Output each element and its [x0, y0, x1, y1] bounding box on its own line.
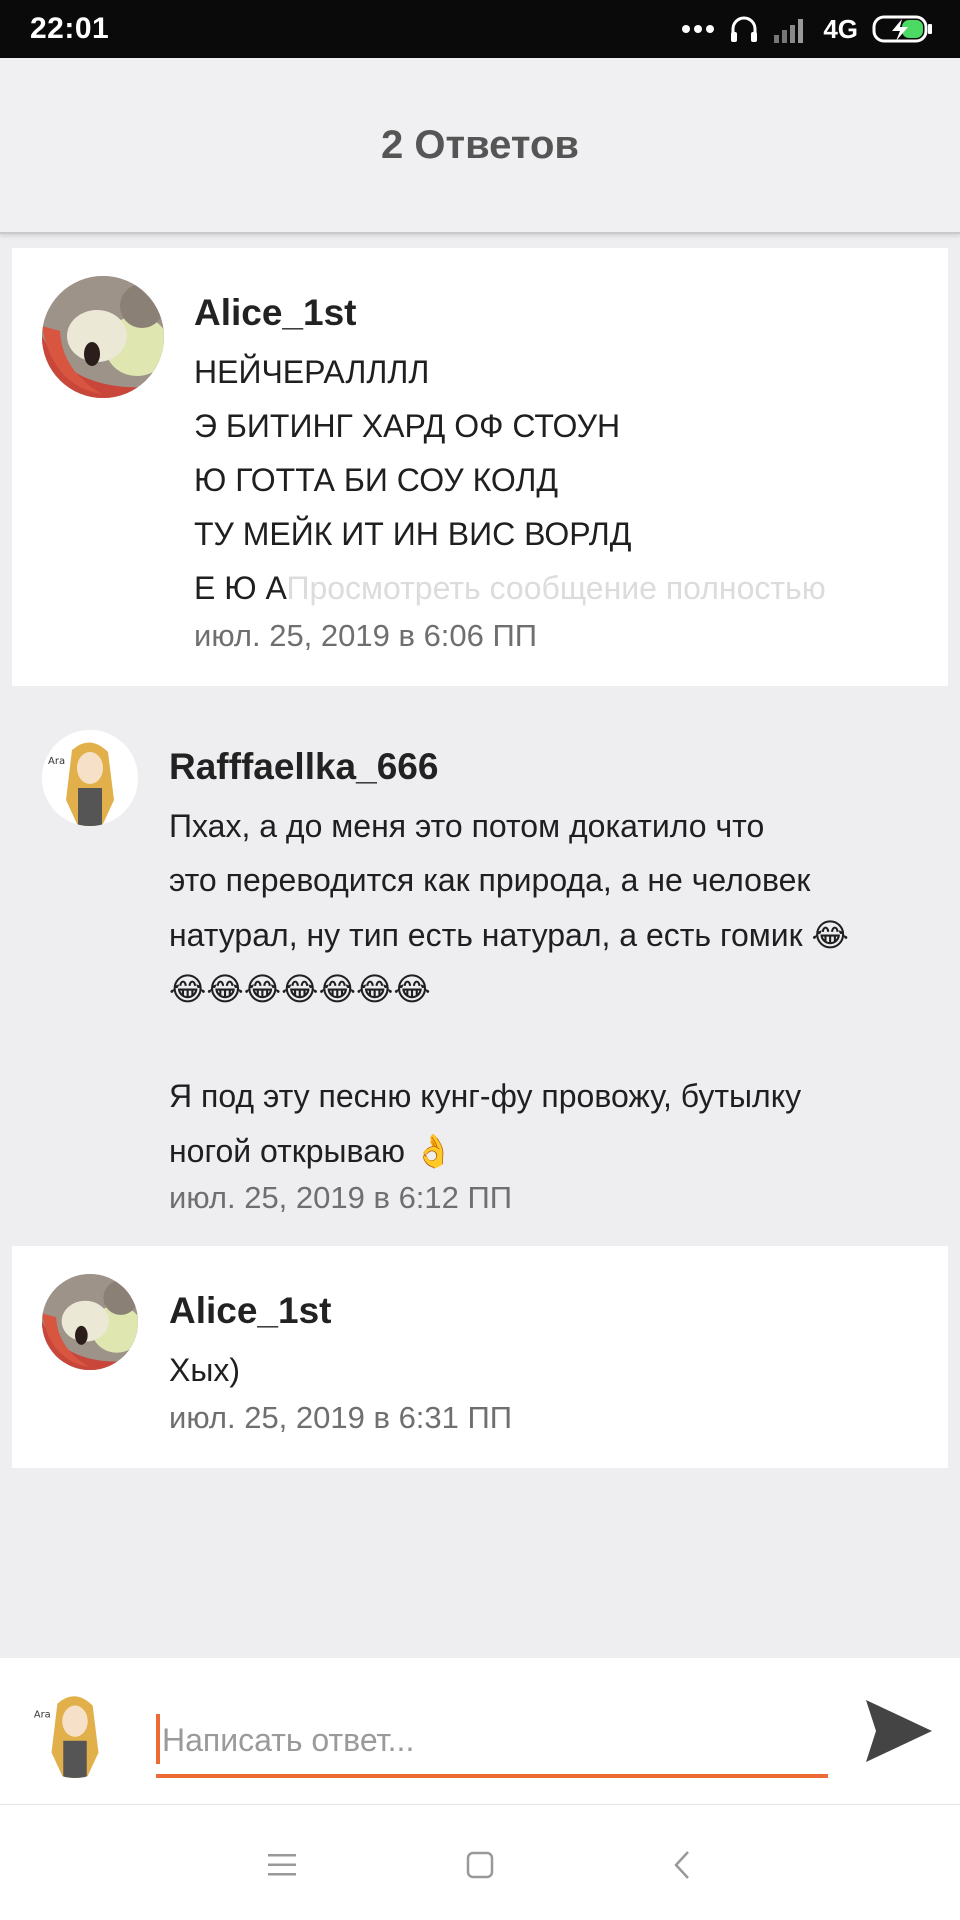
comment-timestamp: июл. 25, 2019 в 6:12 ПП: [169, 1180, 513, 1215]
avatar[interactable]: Ara: [42, 730, 138, 826]
home-button[interactable]: [450, 1835, 510, 1895]
system-nav-bar: [0, 1804, 960, 1920]
comment-username[interactable]: Alice_1st: [194, 292, 357, 334]
comment-text-line: это переводится как природа, а не челове…: [169, 862, 811, 898]
comment-text-line: Ю ГОТТА БИ СОУ КОЛД: [194, 462, 559, 498]
page-title: 2 Ответов: [381, 122, 579, 167]
reply-input[interactable]: [162, 1714, 822, 1766]
network-type: 4G: [823, 13, 858, 44]
avatar[interactable]: [42, 276, 164, 398]
comment-card[interactable]: Alice_1st НЕЙЧЕРАЛЛЛЛ Э БИТИНГ ХАРД ОФ С…: [12, 248, 948, 686]
headset-icon: [731, 16, 758, 42]
comment-card[interactable]: Alice_1st Хых) июл. 25, 2019 в 6:31 ПП: [12, 1246, 948, 1468]
comment-text-tail: Е Ю А: [194, 570, 287, 606]
my-avatar: Ara: [28, 1684, 122, 1778]
comment-username[interactable]: Alice_1st: [169, 1290, 332, 1332]
battery-charging-icon: [872, 15, 932, 43]
signal-icon: [774, 19, 804, 43]
comment-text-line: Е Ю АПросмотреть сообщение полностью: [194, 570, 826, 607]
reply-field[interactable]: [156, 1714, 828, 1778]
comment-timestamp: июл. 25, 2019 в 6:06 ПП: [194, 618, 538, 653]
header: 2 Ответов: [0, 58, 960, 234]
comment-text-line: ТУ МЕЙК ИТ ИН ВИС ВОРЛД: [194, 516, 632, 552]
status-icons: 4G: [681, 14, 934, 45]
home-icon: [466, 1851, 494, 1879]
avatar[interactable]: [42, 1274, 138, 1370]
back-icon: [674, 1851, 689, 1879]
status-bar: 22:01 4G: [0, 0, 960, 58]
menu-button[interactable]: [252, 1835, 312, 1895]
comment-timestamp: июл. 25, 2019 в 6:31 ПП: [169, 1400, 513, 1435]
comment-username[interactable]: Rafffaellka_666: [169, 746, 438, 788]
status-time: 22:01: [30, 12, 110, 45]
comment-text-line: НЕЙЧЕРАЛЛЛЛ: [194, 354, 430, 390]
comment-card[interactable]: Ara Rafffaellka_666 Пхах, а до меня это …: [12, 686, 948, 1246]
view-full-message-link[interactable]: Просмотреть сообщение полностью: [286, 570, 825, 606]
comment-text-line: Хых): [169, 1352, 240, 1388]
svg-text:Ara: Ara: [48, 756, 65, 767]
svg-text:Ara: Ara: [34, 1709, 51, 1720]
back-button[interactable]: [652, 1835, 712, 1895]
reply-bar: Ara: [0, 1658, 960, 1804]
send-icon[interactable]: [862, 1694, 936, 1768]
menu-icon: [268, 1854, 296, 1876]
comment-text-line: натурал, ну тип есть натурал, а есть гом…: [169, 917, 849, 953]
comment-text-line: Я под эту песню кунг-фу провожу, бутылку: [169, 1078, 802, 1114]
comment-text-line: ногой открываю 👌: [169, 1133, 454, 1169]
text-cursor: [156, 1714, 160, 1764]
more-dots-icon: [682, 25, 715, 33]
comment-text-line: Э БИТИНГ ХАРД ОФ СТОУН: [194, 408, 621, 444]
comment-text-line: Пхах, а до меня это потом докатило что: [169, 808, 765, 844]
comment-text-line: 😂😂😂😂😂😂😂: [169, 971, 431, 1007]
